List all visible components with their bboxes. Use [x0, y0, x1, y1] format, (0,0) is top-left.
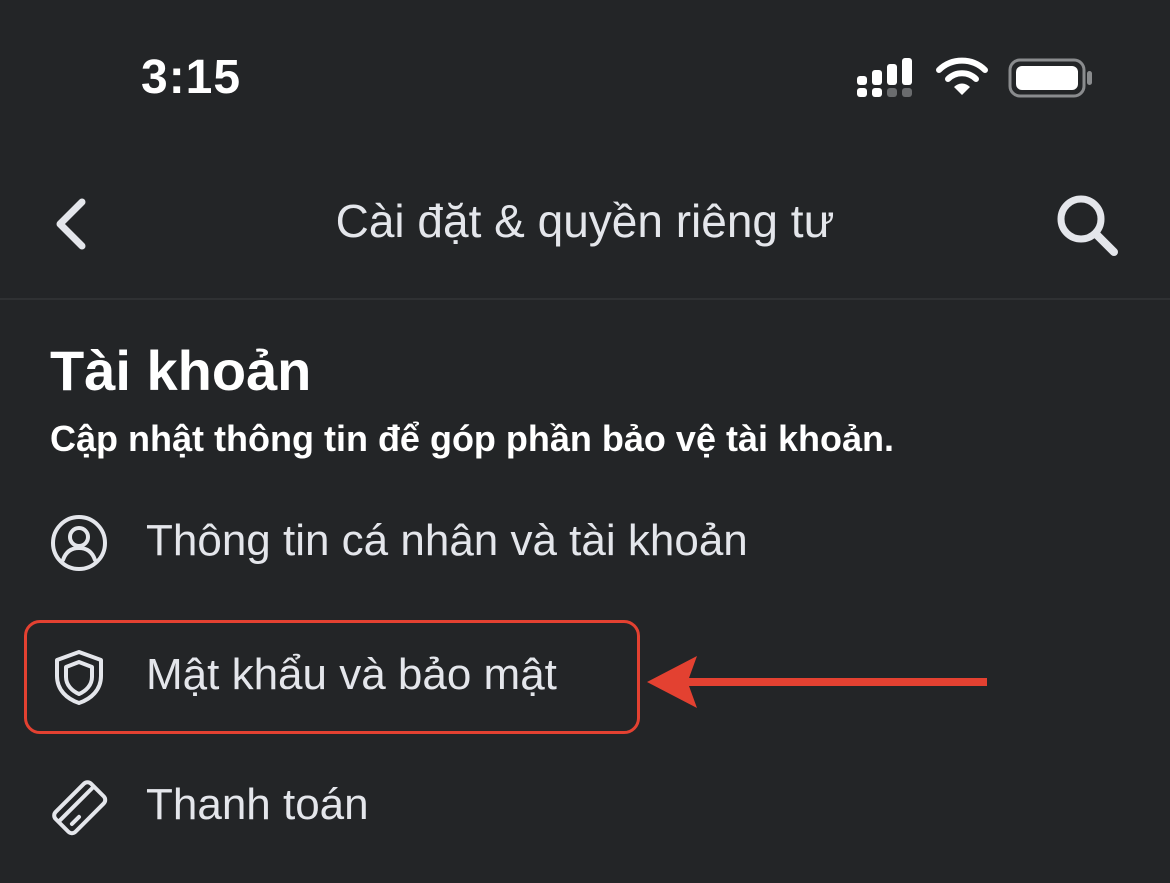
menu-item-label: Thanh toán	[146, 780, 369, 829]
page-title: Cài đặt & quyền riêng tư	[335, 195, 835, 247]
menu-item-label: Thông tin cá nhân và tài khoản	[146, 516, 748, 565]
status-bar: 3:15	[0, 0, 1170, 140]
status-time: 3:15	[141, 51, 242, 104]
wifi-icon	[936, 57, 988, 95]
section-subtitle: Cập nhật thông tin để góp phần bảo vệ tà…	[50, 418, 894, 459]
annotation-arrow-icon	[647, 656, 987, 708]
card-icon	[52, 780, 108, 836]
person-circle-icon	[51, 515, 107, 571]
menu-item-payments[interactable]: Thanh toán	[24, 750, 640, 864]
battery-icon	[1008, 58, 1092, 98]
section-title: Tài khoản	[50, 339, 312, 402]
nav-bar: Cài đặt & quyền riêng tư	[0, 160, 1170, 300]
menu-item-password-security[interactable]: Mật khẩu và bảo mật	[24, 620, 640, 734]
cellular-signal-icon	[857, 58, 912, 97]
menu-item-personal-info[interactable]: Thông tin cá nhân và tài khoản	[24, 486, 748, 600]
menu-item-label: Mật khẩu và bảo mật	[146, 650, 557, 699]
shield-icon	[55, 650, 103, 705]
search-icon[interactable]	[1052, 190, 1122, 260]
